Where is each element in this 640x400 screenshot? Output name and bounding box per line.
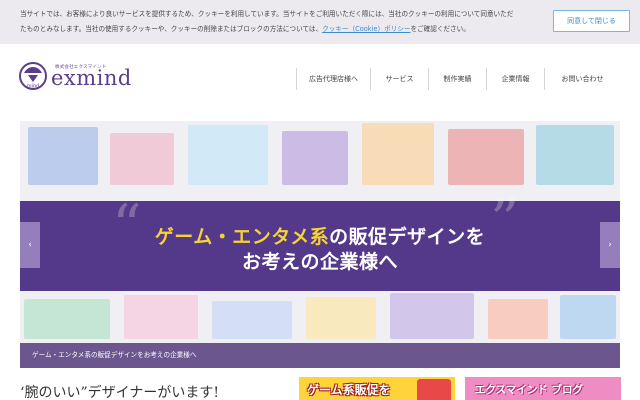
game-promo-illustration [417,379,451,400]
nav-item-services[interactable]: サービス [370,68,428,90]
cookie-line-2-pre: たものとみなします。当社の使用するクッキーや、クッキーの削除またはブロックの方法… [20,25,323,33]
designer-tagline: ‘腕のいい”デザイナーがいます! [20,385,219,400]
hero-slider[interactable]: “ ” ゲーム・エンタメ系の販促デザインを お考えの企業様へ ‹ › ゲーム・エ… [20,121,620,368]
hero-headline-line-1: ゲーム・エンタメ系の販促デザインを [20,222,620,249]
cookie-line-2: たものとみなします。当社の使用するクッキーや、クッキーの削除またはブロックの方法… [20,22,550,37]
hero-caption-bar: ゲーム・エンタメ系の販促デザインをお考えの企業様へ [20,343,620,368]
hero-headline-highlight: ゲーム・エンタメ系 [154,226,330,248]
nav-item-company[interactable]: 企業情報 [486,68,544,90]
cookie-message: 当サイトでは、お客様により良いサービスを提供するため、クッキーを利用しています。… [20,7,550,37]
nav-item-contact[interactable]: お問い合わせ [544,68,620,90]
hero-caption: ゲーム・エンタメ系の販促デザインをお考えの企業様へ [32,351,197,359]
cookie-banner: 当サイトでは、お客様により良いサービスを提供するため、クッキーを利用しています。… [0,0,640,44]
nav-item-agencies[interactable]: 広告代理店様へ [296,68,370,90]
slider-prev-button[interactable]: ‹ [20,222,40,268]
logo-mark-icon: mind [19,62,47,90]
main-nav: 広告代理店様へ サービス 制作実績 企業情報 お問い合わせ [296,68,620,90]
logo-mark-label: mind [27,84,40,90]
blog-banner-text: エクスマインド ブログ [475,384,584,396]
nav-item-works[interactable]: 制作実績 [428,68,486,90]
game-promo-banner[interactable]: ゲーム系販促を [299,377,455,400]
cookie-policy-link[interactable]: クッキー（Cookie）ポリシー [322,25,410,33]
game-promo-banner-text: ゲーム系販促を [307,383,391,397]
cookie-line-1: 当サイトでは、お客様により良いサービスを提供するため、クッキーを利用しています。… [20,10,514,18]
hero-headline-line-2: お考えの企業様へ [241,251,398,273]
agree-close-button[interactable]: 同意して閉じる [553,10,630,32]
page: 当サイトでは、お客様により良いサービスを提供するため、クッキーを利用しています。… [0,0,640,400]
hero-headline-band: “ ” ゲーム・エンタメ系の販促デザインを お考えの企業様へ [20,191,620,291]
slider-next-button[interactable]: › [600,222,620,268]
blog-banner[interactable]: エクスマインド ブログ [465,377,621,400]
cookie-line-2-post: をご確認ください。 [410,25,470,33]
logo-company-name: 株式会社エクスマインド [55,65,107,70]
hero-headline-rest: の販促デザインを [329,226,486,248]
